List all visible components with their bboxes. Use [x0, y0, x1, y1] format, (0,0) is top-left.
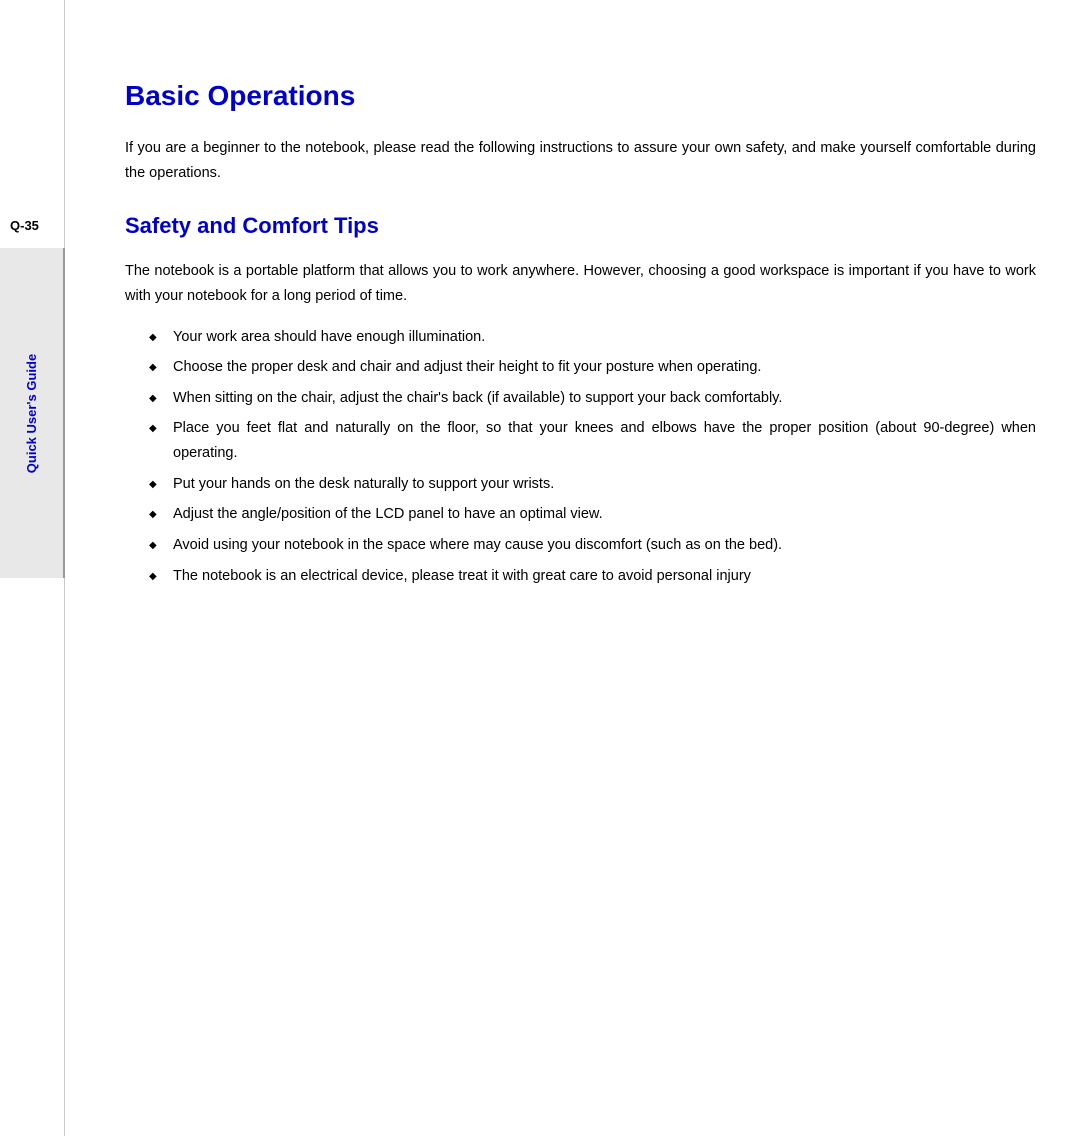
main-title: Basic Operations [125, 80, 1036, 112]
bullet-item-7: The notebook is an electrical device, pl… [155, 564, 1036, 589]
bullet-item-6: Avoid using your notebook in the space w… [155, 533, 1036, 558]
sidebar-label-container: Quick User's Guide [0, 248, 65, 578]
bullet-item-5: Adjust the angle/position of the LCD pan… [155, 502, 1036, 527]
bullet-item-4: Put your hands on the desk naturally to … [155, 472, 1036, 497]
page-number: Q-35 [10, 218, 39, 233]
bullet-list: Your work area should have enough illumi… [155, 325, 1036, 589]
main-content: Basic Operations If you are a beginner t… [65, 0, 1076, 1136]
bullet-item-2: When sitting on the chair, adjust the ch… [155, 386, 1036, 411]
left-margin: Q-35 Quick User's Guide [0, 0, 65, 1136]
intro-text: If you are a beginner to the notebook, p… [125, 136, 1036, 185]
bullet-item-1: Choose the proper desk and chair and adj… [155, 355, 1036, 380]
bullet-item-0: Your work area should have enough illumi… [155, 325, 1036, 350]
bullet-item-3: Place you feet flat and naturally on the… [155, 416, 1036, 465]
sidebar-label: Quick User's Guide [24, 353, 39, 472]
section1-intro: The notebook is a portable platform that… [125, 259, 1036, 308]
section1-title: Safety and Comfort Tips [125, 213, 1036, 239]
